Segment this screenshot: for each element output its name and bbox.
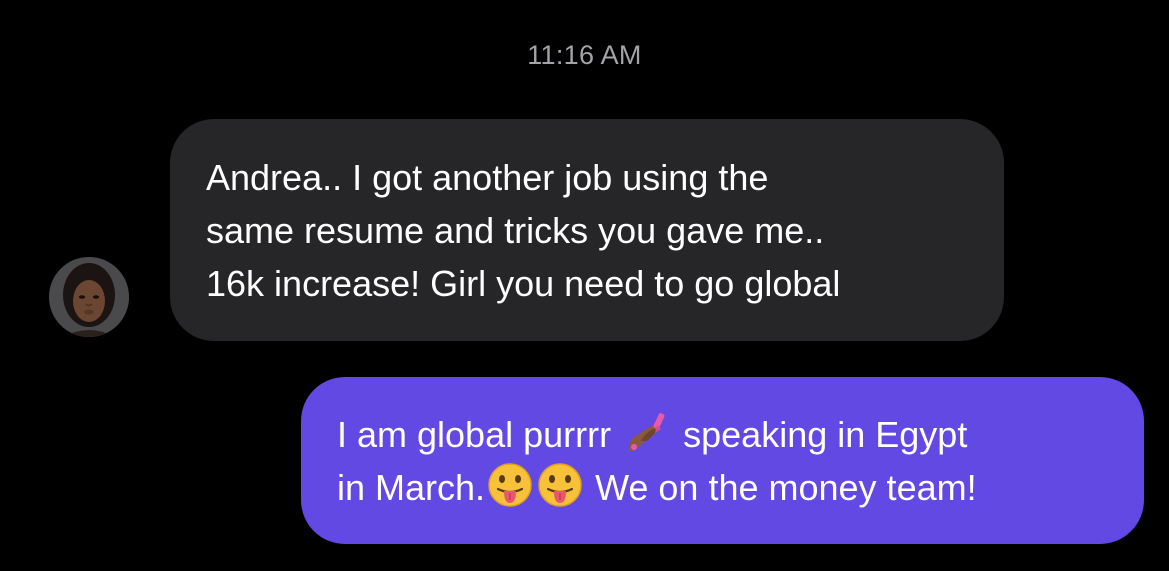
avatar-photo-icon — [49, 257, 129, 337]
outgoing-text-segment: We on the money team! — [595, 467, 977, 508]
tongue-out-face-icon — [537, 462, 583, 508]
incoming-message-line: 16k increase! Girl you need to go global — [206, 263, 841, 304]
incoming-message-line: same resume and tricks you gave me.. — [206, 210, 825, 251]
nail-polish-icon — [623, 411, 671, 455]
outgoing-text-segment: speaking in Egypt — [683, 414, 968, 455]
outgoing-text-segment: I am global purrrr — [337, 414, 612, 455]
outgoing-message-line-1: I am global purrrr speaking in Egypt — [337, 408, 1114, 461]
sender-avatar[interactable] — [49, 257, 129, 337]
outgoing-message-line-2: in March. We on the money team! — [337, 461, 1114, 514]
incoming-message-line: Andrea.. I got another job using the — [206, 157, 769, 198]
outgoing-text-segment: in March. — [337, 467, 486, 508]
incoming-message-bubble[interactable]: Andrea.. I got another job using the sam… — [170, 119, 1004, 341]
message-timestamp: 11:16 AM — [527, 40, 642, 70]
tongue-out-face-icon — [487, 462, 533, 508]
outgoing-message-bubble[interactable]: I am global purrrr speaking in Egypt in … — [301, 377, 1144, 544]
